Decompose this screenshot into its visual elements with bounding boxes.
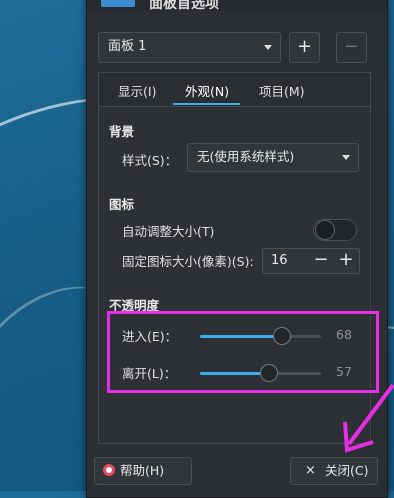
remove-panel-button[interactable]: − <box>336 32 367 63</box>
close-button-label: 关闭(C) <box>325 463 369 478</box>
titlebar[interactable]: 面板首选项 <box>87 0 387 12</box>
app-icon <box>101 0 135 7</box>
plus-icon: + <box>296 36 313 57</box>
toggle-knob <box>315 220 335 240</box>
decrease-icon-size-button[interactable]: − <box>309 249 333 273</box>
background-section-title: 背景 <box>109 124 135 139</box>
tab-display[interactable]: 显示(I) <box>118 81 156 100</box>
tab-bar: 显示(I) 外观(N) 项目(M) <box>99 73 370 107</box>
style-label: 样式(S)： <box>122 153 178 168</box>
help-button[interactable]: 帮助(H) <box>94 457 192 485</box>
active-tab-indicator <box>173 103 240 105</box>
chevron-down-icon <box>264 45 272 50</box>
close-button[interactable]: × 关闭(C) <box>290 457 378 485</box>
increase-icon-size-button[interactable]: + <box>334 249 358 273</box>
annotation-arrow <box>343 383 394 453</box>
dialog-title: 面板首选项 <box>149 0 219 12</box>
style-select-value: 无(使用系统样式) <box>197 149 295 164</box>
tab-appearance[interactable]: 外观(N) <box>185 81 229 100</box>
style-select[interactable]: 无(使用系统样式) <box>187 143 359 172</box>
close-icon: × <box>305 463 316 478</box>
fixed-size-label: 固定图标大小(像素)(S): <box>122 254 254 269</box>
chevron-down-icon <box>342 155 350 160</box>
help-button-label: 帮助(H) <box>120 463 165 478</box>
icon-size-value[interactable]: 16 <box>271 253 288 268</box>
help-lifebuoy-icon <box>103 464 115 476</box>
tab-items[interactable]: 项目(M) <box>259 81 305 100</box>
icon-size-spinbox[interactable]: 16 − + <box>262 248 360 274</box>
panel-select-value: 面板 1 <box>108 39 147 54</box>
icons-section-title: 图标 <box>109 197 135 212</box>
auto-size-label: 自动调整大小(T) <box>122 224 215 239</box>
panel-select[interactable]: 面板 1 <box>98 32 281 63</box>
add-panel-button[interactable]: + <box>289 32 320 63</box>
minus-icon: − <box>343 36 360 57</box>
auto-size-toggle[interactable] <box>313 219 357 241</box>
